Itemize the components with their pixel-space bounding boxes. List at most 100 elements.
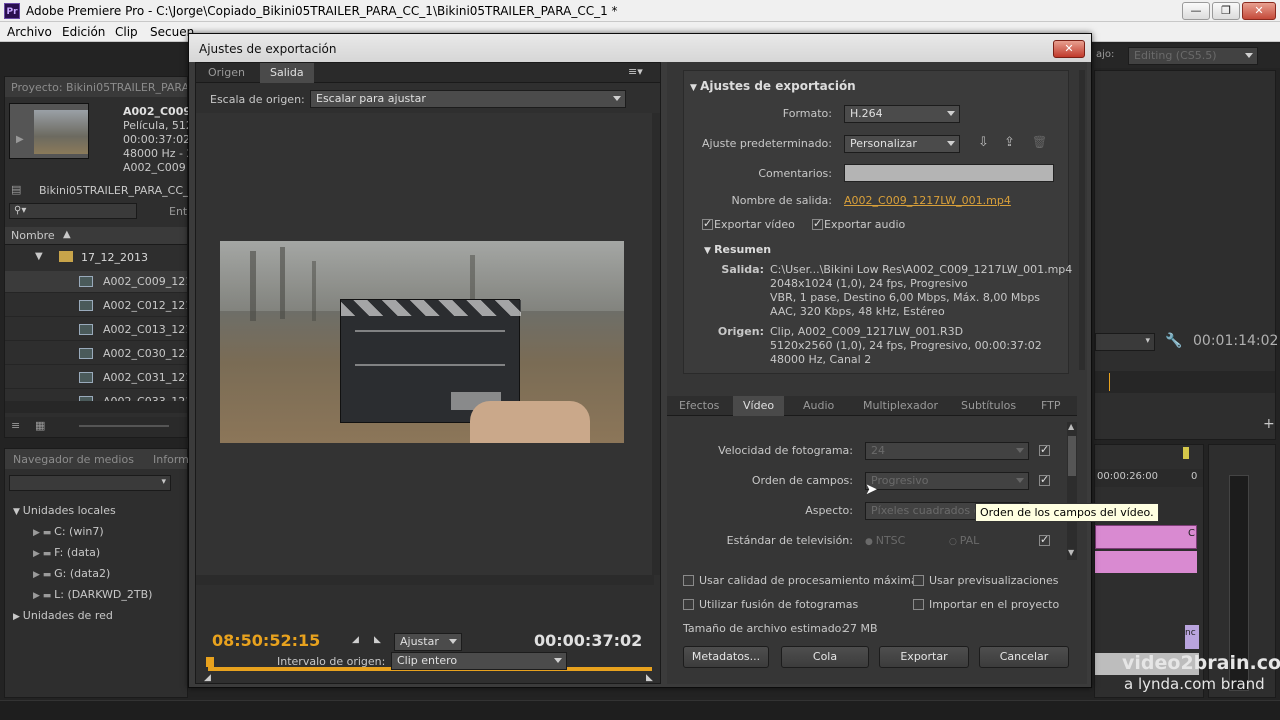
minimize-button[interactable]: — bbox=[1182, 2, 1210, 20]
drive-item[interactable]: ▶ ▬ C: (win7) bbox=[13, 522, 187, 543]
menu-archivo[interactable]: Archivo bbox=[7, 25, 52, 39]
panel-menu-icon[interactable]: ≡▾ bbox=[628, 65, 643, 78]
playhead-icon[interactable] bbox=[1183, 447, 1189, 459]
folder-row[interactable]: ▼ 17_12_2013 bbox=[5, 247, 187, 269]
metadata-button[interactable]: Metadatos... bbox=[683, 646, 769, 668]
playhead-marker-icon[interactable] bbox=[206, 657, 214, 667]
save-preset-icon[interactable]: ⇩ bbox=[978, 135, 989, 150]
section-summary[interactable]: ▼ Resumen bbox=[704, 243, 771, 256]
tab-multiplexador[interactable]: Multiplexador bbox=[853, 396, 948, 416]
frame-blend-label: Utilizar fusión de fotogramas bbox=[699, 598, 859, 611]
tab-ftp[interactable]: FTP bbox=[1031, 396, 1071, 416]
cancel-button[interactable]: Cancelar bbox=[979, 646, 1069, 668]
use-previews-checkbox[interactable] bbox=[913, 575, 924, 586]
export-video-checkbox[interactable] bbox=[702, 217, 713, 230]
preview-hscrollbar[interactable] bbox=[196, 575, 654, 585]
program-timecode: 00:01:14:02 bbox=[1193, 333, 1279, 349]
zoom-slider[interactable] bbox=[79, 425, 169, 427]
set-out-icon[interactable]: ◣ bbox=[374, 635, 381, 645]
in-point-icon[interactable]: ◢ bbox=[204, 673, 211, 683]
media-path-dropdown[interactable]: ▾ bbox=[9, 475, 171, 491]
drive-item[interactable]: ▶ ▬ F: (data) bbox=[13, 543, 187, 564]
list-item[interactable]: A002_C030_1217 bbox=[5, 343, 187, 365]
list-item[interactable]: A002_C013_1217 bbox=[5, 319, 187, 341]
fit-dropdown[interactable]: Ajustar bbox=[394, 633, 462, 651]
project-panel: Proyecto: Bikini05TRAILER_PARA_ ▶ A002_C… bbox=[4, 76, 200, 438]
tab-subtitulos[interactable]: Subtítulos bbox=[951, 396, 1026, 416]
import-preset-icon[interactable]: ⇪ bbox=[1004, 135, 1015, 150]
preview-vscrollbar[interactable] bbox=[652, 113, 660, 575]
frame-rate-dropdown[interactable]: 24 bbox=[865, 442, 1029, 460]
column-header-name[interactable]: Nombre ▲ bbox=[5, 227, 187, 245]
comments-input[interactable] bbox=[844, 164, 1054, 182]
add-button[interactable]: + bbox=[1263, 416, 1275, 432]
delete-preset-icon[interactable]: 🗑 bbox=[1032, 135, 1047, 149]
play-icon[interactable]: ▶ bbox=[16, 134, 24, 145]
frame-blend-checkbox[interactable] bbox=[683, 599, 694, 610]
project-search-input[interactable]: ⚲▾ bbox=[9, 203, 137, 219]
timeline-clip[interactable]: nc bbox=[1185, 625, 1199, 649]
tab-origen[interactable]: Origen bbox=[198, 63, 255, 83]
tv-standard-checkbox[interactable] bbox=[1039, 533, 1050, 546]
field-order-checkbox[interactable] bbox=[1039, 473, 1050, 486]
list-view-icon[interactable]: ≡ bbox=[11, 419, 20, 432]
tab-efectos[interactable]: Efectos bbox=[669, 396, 729, 416]
close-window-button[interactable]: ✕ bbox=[1242, 2, 1276, 20]
media-browser-header: Navegador de medios Inform bbox=[5, 449, 189, 469]
max-quality-checkbox[interactable] bbox=[683, 575, 694, 586]
list-item[interactable]: A002_C009_1217 bbox=[5, 271, 187, 293]
settings-scrollbar[interactable] bbox=[1079, 70, 1085, 370]
timeline-clip[interactable] bbox=[1095, 551, 1197, 573]
timeline-ruler[interactable]: 00:00:26:00 0 bbox=[1095, 447, 1203, 487]
clip-item-label: A002_C013_1217 bbox=[103, 323, 187, 336]
program-dropdown[interactable]: ▾ bbox=[1095, 333, 1155, 351]
drive-item[interactable]: ▶ ▬ L: (DARKWD_2TB) bbox=[13, 585, 187, 606]
tab-salida[interactable]: Salida bbox=[260, 63, 314, 83]
tab-info[interactable]: Inform bbox=[153, 453, 189, 466]
network-units-node[interactable]: ▶ Unidades de red bbox=[13, 606, 187, 627]
program-scrubber[interactable] bbox=[1095, 371, 1275, 393]
menu-edicion[interactable]: Edición bbox=[62, 25, 105, 39]
out-point-icon[interactable]: ◣ bbox=[646, 673, 653, 683]
mouse-cursor-icon: ➤ bbox=[865, 480, 878, 498]
timecode-in[interactable]: 08:50:52:15 bbox=[212, 631, 320, 650]
source-range-dropdown[interactable]: Clip entero bbox=[391, 652, 567, 670]
section-export-settings[interactable]: ▼ Ajustes de exportación bbox=[690, 79, 856, 93]
timecode-duration: 00:00:37:02 bbox=[534, 631, 643, 650]
preset-dropdown[interactable]: Personalizar bbox=[844, 135, 960, 153]
export-button[interactable]: Exportar bbox=[879, 646, 969, 668]
ntsc-radio[interactable]: ● NTSC bbox=[865, 534, 905, 547]
tab-audio[interactable]: Audio bbox=[793, 396, 844, 416]
icon-view-icon[interactable]: ▦ bbox=[35, 419, 45, 432]
frame-rate-label: Velocidad de fotograma: bbox=[718, 444, 853, 457]
expand-icon[interactable]: ▼ bbox=[35, 251, 43, 262]
set-in-icon[interactable]: ◢ bbox=[352, 635, 359, 645]
import-project-checkbox[interactable] bbox=[913, 599, 924, 610]
drive-item[interactable]: ▶ ▬ G: (data2) bbox=[13, 564, 187, 585]
list-item[interactable]: A002_C012_1217 bbox=[5, 295, 187, 317]
output-name-link[interactable]: A002_C009_1217LW_001.mp4 bbox=[844, 194, 1011, 207]
workspace-dropdown[interactable]: Editing (CS5.5) bbox=[1128, 47, 1258, 65]
export-audio-checkbox[interactable] bbox=[812, 217, 823, 230]
frame-rate-checkbox[interactable] bbox=[1039, 443, 1050, 456]
local-units-node[interactable]: ▼ Unidades locales bbox=[13, 501, 187, 522]
list-item[interactable]: A002_C031_1217 bbox=[5, 367, 187, 389]
maximize-button[interactable]: ❐ bbox=[1212, 2, 1240, 20]
dialog-close-button[interactable]: ✕ bbox=[1053, 40, 1085, 58]
menu-clip[interactable]: Clip bbox=[115, 25, 138, 39]
list-item[interactable]: A002_C033_1217 bbox=[5, 391, 187, 401]
tab-media-browser[interactable]: Navegador de medios bbox=[13, 453, 134, 466]
wrench-icon[interactable]: 🔧 bbox=[1165, 333, 1182, 349]
queue-button[interactable]: Cola bbox=[781, 646, 869, 668]
timeline-clip[interactable]: C bbox=[1095, 525, 1197, 549]
pal-radio[interactable]: ○ PAL bbox=[949, 534, 979, 547]
source-scale-dropdown[interactable]: Escalar para ajustar bbox=[310, 90, 626, 108]
project-scrollbar[interactable] bbox=[5, 401, 187, 413]
tab-video[interactable]: Vídeo bbox=[733, 396, 785, 416]
project-panel-header[interactable]: Proyecto: Bikini05TRAILER_PARA_ bbox=[5, 77, 187, 97]
preview-pane: Origen Salida ≡▾ Escala de origen: Escal… bbox=[195, 62, 661, 684]
format-dropdown[interactable]: H.264 bbox=[844, 105, 960, 123]
watermark-line1: video2brain.com bbox=[1122, 652, 1280, 674]
field-order-dropdown[interactable]: Progresivo bbox=[865, 472, 1029, 490]
video-scrollbar[interactable]: ▲ ▼ bbox=[1067, 422, 1077, 560]
